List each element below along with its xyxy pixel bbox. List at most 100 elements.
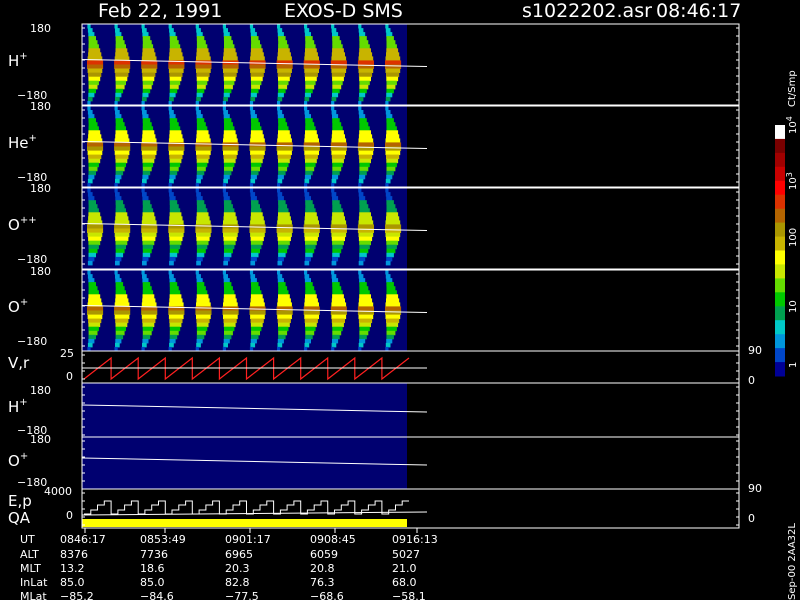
heatmap-cell [115,178,120,184]
heatmap-cell [250,256,257,262]
heatmap-cell [386,278,393,283]
heatmap-cell [386,318,400,324]
heatmap-cell [305,84,315,90]
heatmap-cell [142,96,147,102]
ephemeris-value: 5027 [392,548,420,561]
heatmap-cell [223,154,237,160]
heatmap-cell [385,224,402,229]
heatmap-cell [141,228,158,233]
heatmap-cell [224,84,233,90]
heatmap-cell [386,162,397,168]
heatmap-cell [223,256,230,262]
heatmap-cell [196,290,208,295]
heatmap-cell [169,96,174,102]
heatmap-cell [359,334,367,340]
heatmap-cell [386,326,397,332]
heatmap-cell [386,282,394,287]
panel4-top-tick: 180 [30,265,51,278]
heatmap-cell [386,338,393,344]
heatmap-cell [114,310,131,315]
heatmap-cell [277,92,284,98]
heatmap-cell [251,170,259,176]
heatmap-cell [332,200,340,205]
heatmap-cell [114,306,131,311]
heatmap-cell [332,170,340,176]
heatmap-cell [195,270,199,275]
heatmap-cell [87,64,104,69]
heatmap-cell [88,216,102,221]
heatmap-cell [305,290,316,295]
heatmap-cell [359,200,367,205]
heatmap-cell [305,158,317,164]
heatmap-cell [87,24,91,29]
heatmap-cell [305,162,316,168]
heatmap-cell [386,48,399,53]
heatmap-cell [196,200,205,205]
heatmap-cell [142,252,151,258]
heatmap-cell [222,64,239,69]
heatmap-cell [115,88,124,94]
heatmap-cell [87,188,91,193]
heatmap-cell [196,298,210,303]
heatmap-cell [196,326,208,332]
heatmap-cell [115,286,125,291]
heatmap-cell [304,220,319,225]
heatmap-cell [304,72,318,78]
heatmap-cell [224,126,235,131]
heatmap-cell [114,232,130,238]
heatmap-cell [224,40,233,45]
heatmap-cell [169,204,179,209]
heatmap-cell [304,114,311,119]
heatmap-cell [359,244,370,250]
heatmap-cell [88,32,95,37]
heatmap-cell [331,260,337,266]
heatmap-cell [141,106,145,111]
heatmap-cell [87,310,104,315]
heatmap-cell [359,44,370,49]
heatmap-cell [251,326,262,332]
heatmap-cell [223,216,237,221]
heatmap-cell [249,64,266,69]
heatmap-cell [142,166,152,172]
heatmap-cell [115,248,125,254]
heatmap-cell [359,252,367,258]
heatmap-cell [250,138,265,143]
heatmap-cell [115,294,128,299]
heatmap-cell [223,322,236,328]
heatmap-cell [142,318,156,324]
heatmap-cell [305,40,315,45]
heatmap-cell [358,220,374,225]
heatmap-cell [332,130,344,135]
heatmap-cell [195,142,212,147]
heatmap-cell [304,56,319,61]
heatmap-cell [223,110,228,115]
heatmap-cell [386,52,400,57]
heatmap-cell [359,114,366,119]
heatmap-cell [196,56,211,61]
heatmap-cell [223,118,232,123]
heatmap-cell [359,322,371,328]
heatmap-cell [88,72,102,78]
heatmap-cell [358,318,373,324]
heatmap-cell [196,138,211,143]
heatmap-cell [251,290,262,295]
heatmap-cell [142,256,149,262]
heatmap-cell [142,200,151,205]
heatmap-cell [195,60,212,65]
heatmap-cell [358,138,374,143]
heatmap-cell [304,28,310,33]
heatmap-cell [250,110,256,115]
heatmap-cell [115,256,122,262]
heatmap-cell [115,322,128,328]
heatmap-cell [142,158,155,164]
heatmap-cell [332,322,344,328]
heatmap-cell [142,338,149,344]
heatmap-cell [142,48,155,53]
heatmap-cell [223,294,236,299]
heatmap-cell [88,240,101,246]
heatmap-cell [169,118,178,123]
heatmap-cell [115,236,129,242]
heatmap-cell [87,60,104,65]
heatmap-cell [251,334,259,340]
heatmap-cell [357,306,374,311]
